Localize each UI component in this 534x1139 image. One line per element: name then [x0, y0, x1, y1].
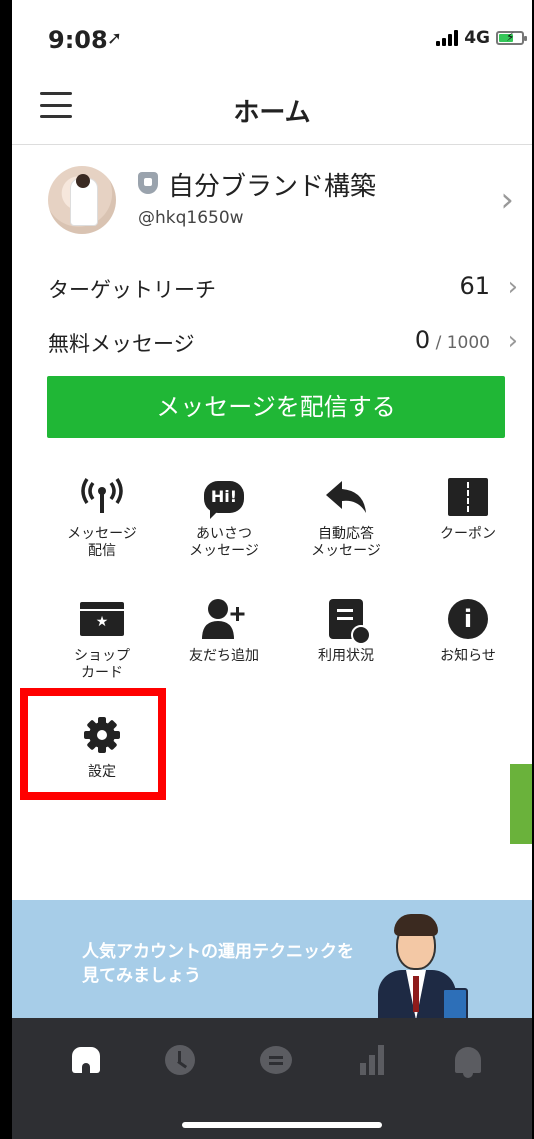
nav-history[interactable]: [160, 1040, 200, 1080]
status-indicators: 4G ⚡: [436, 28, 527, 48]
nav-home[interactable]: [66, 1040, 106, 1080]
shield-icon: [138, 172, 158, 194]
menu-label: お知らせ: [440, 648, 496, 664]
account-profile[interactable]: 自分ブランド構築 @hkq1650w ›: [42, 160, 522, 240]
highlight-box: [20, 688, 166, 800]
menu-item-notices[interactable]: i お知らせ: [408, 596, 528, 665]
businessman-illustration: [372, 910, 482, 1018]
menu-item-add-friend[interactable]: 友だち追加: [164, 596, 284, 665]
usage-icon: [286, 596, 406, 645]
menu-item-usage[interactable]: 利用状況: [286, 596, 406, 665]
menu-label: クーポン: [440, 526, 496, 542]
target-reach-value: 61: [459, 272, 490, 300]
status-time: 9:08: [48, 26, 108, 54]
menu-label: ショップ カード: [74, 648, 130, 681]
side-tab[interactable]: [510, 764, 532, 844]
menu-item-greeting-message[interactable]: Hi! あいさつ メッセージ: [164, 474, 284, 560]
chevron-right-icon: ›: [507, 272, 518, 302]
banner-text: 人気アカウントの運用テクニックを 見てみましょう: [82, 942, 354, 986]
location-arrow-icon: ➚: [107, 28, 123, 49]
bottom-nav: [12, 1018, 532, 1139]
reply-arrow-icon: [286, 474, 406, 520]
signal-icon: [436, 30, 459, 46]
menu-item-coupon[interactable]: クーポン: [408, 474, 528, 543]
free-message-row[interactable]: 無料メッセージ 0 / 1000 ›: [48, 322, 518, 362]
chevron-right-icon: ›: [507, 326, 518, 356]
add-friend-icon: [164, 596, 284, 642]
page-title: ホーム: [233, 98, 311, 128]
app-header: ホーム: [12, 72, 532, 145]
send-message-button[interactable]: メッセージを配信する: [47, 376, 505, 438]
menu-label: 自動応答 メッセージ: [311, 526, 381, 559]
menu-label: メッセージ 配信: [67, 526, 137, 559]
coupon-icon: [408, 474, 528, 520]
menu-label: 友だち追加: [189, 648, 259, 664]
home-indicator[interactable]: [182, 1122, 382, 1128]
target-reach-row[interactable]: ターゲットリーチ 61 ›: [48, 268, 518, 308]
account-id: @hkq1650w: [138, 208, 244, 228]
chat-icon: [260, 1046, 292, 1074]
nav-chat[interactable]: [256, 1040, 296, 1080]
nav-notifications[interactable]: [448, 1040, 488, 1080]
battery-icon: ⚡: [496, 30, 527, 45]
info-icon: i: [408, 596, 528, 642]
menu-item-auto-reply[interactable]: 自動応答 メッセージ: [286, 474, 406, 560]
bell-icon: [455, 1047, 481, 1078]
menu-label: あいさつ メッセージ: [189, 526, 259, 559]
target-reach-label: ターゲットリーチ: [48, 278, 216, 302]
shop-card-icon: ★: [42, 596, 162, 642]
stats-icon: [360, 1045, 384, 1075]
menu-label: 利用状況: [318, 648, 374, 664]
menu-item-message-broadcast[interactable]: メッセージ 配信: [42, 474, 162, 560]
status-bar: 9:08 ➚ 4G ⚡: [12, 20, 532, 60]
free-message-value: 0 / 1000: [414, 326, 490, 354]
network-type: 4G: [464, 28, 490, 48]
home-icon: [72, 1047, 100, 1073]
menu-item-shop-card[interactable]: ★ ショップ カード: [42, 596, 162, 682]
promo-banner[interactable]: 人気アカウントの運用テクニックを 見てみましょう: [12, 900, 532, 1018]
phone-frame: 9:08 ➚ 4G ⚡ ホーム 自分ブランド構築 @hkq1650w › ターゲ…: [0, 0, 534, 1139]
chevron-right-icon: ›: [500, 180, 514, 220]
avatar: [48, 166, 116, 234]
account-name: 自分ブランド構築: [168, 172, 377, 202]
free-message-label: 無料メッセージ: [48, 332, 195, 356]
clock-icon: [165, 1045, 195, 1075]
nav-stats[interactable]: [352, 1040, 392, 1080]
hi-bubble-icon: Hi!: [164, 474, 284, 520]
broadcast-icon: [42, 474, 162, 520]
